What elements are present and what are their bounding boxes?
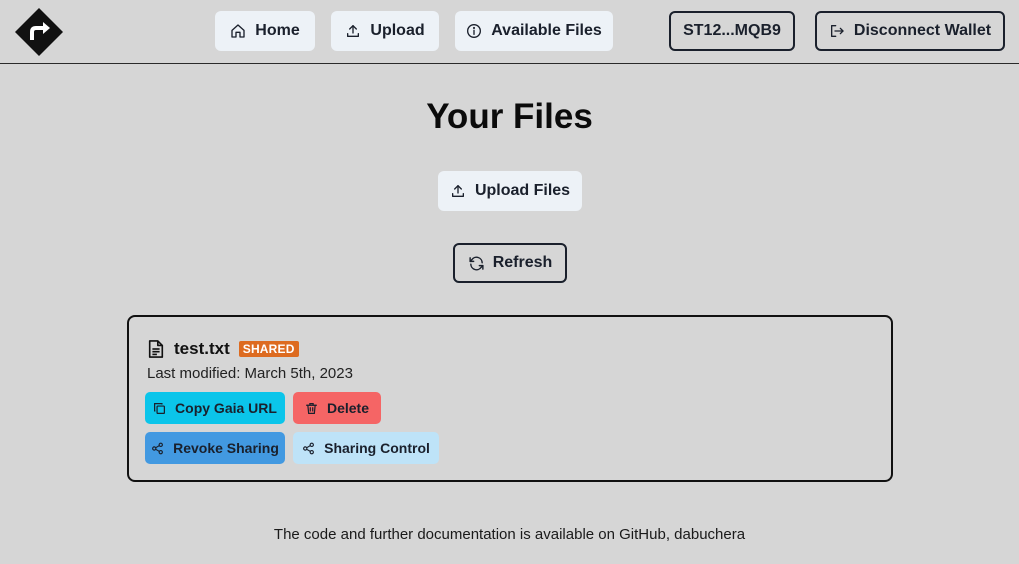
refresh-button[interactable]: Refresh xyxy=(453,243,567,283)
nav-available-files-button[interactable]: Available Files xyxy=(455,11,613,51)
upload-icon xyxy=(451,185,464,197)
nav-home-button[interactable]: Home xyxy=(215,11,315,51)
delete-button[interactable]: Delete xyxy=(293,392,381,424)
refresh-label: Refresh xyxy=(492,254,553,271)
revoke-sharing-label: Revoke Sharing xyxy=(173,440,279,456)
info-icon xyxy=(467,24,482,38)
nav-home-label: Home xyxy=(255,22,300,39)
sharing-control-label: Sharing Control xyxy=(324,440,430,456)
copy-gaia-url-label: Copy Gaia URL xyxy=(175,400,277,416)
copy-gaia-url-button[interactable]: Copy Gaia URL xyxy=(145,392,285,424)
last-modified-text: Last modified: March 5th, 2023 xyxy=(147,365,353,382)
document-icon xyxy=(148,340,164,358)
upload-files-label: Upload Files xyxy=(474,182,571,199)
share-icon xyxy=(152,442,164,454)
page-title: Your Files xyxy=(426,97,593,136)
navbar: Home Upload Available Files ST12...MQB9 … xyxy=(0,0,1019,64)
upload-icon xyxy=(347,25,360,37)
refresh-icon xyxy=(469,256,484,270)
footer-text: The code and further documentation is av… xyxy=(273,526,746,543)
revoke-sharing-button[interactable]: Revoke Sharing xyxy=(145,432,285,464)
disconnect-wallet-label: Disconnect Wallet xyxy=(853,22,992,39)
disconnect-wallet-button[interactable]: Disconnect Wallet xyxy=(815,11,1005,51)
logo-icon[interactable] xyxy=(14,7,64,57)
nav-available-files-label: Available Files xyxy=(491,22,602,39)
nav-upload-label: Upload xyxy=(370,22,425,39)
file-header: test.txt SHARED xyxy=(147,339,299,359)
file-name: test.txt xyxy=(174,339,230,358)
home-icon xyxy=(231,24,245,38)
wallet-address-label: ST12...MQB9 xyxy=(683,22,781,39)
nav-upload-button[interactable]: Upload xyxy=(331,11,439,51)
share-icon xyxy=(303,442,315,454)
copy-icon xyxy=(154,402,166,414)
shared-badge: SHARED xyxy=(238,341,299,357)
sharing-control-button[interactable]: Sharing Control xyxy=(293,432,439,464)
trash-icon xyxy=(306,402,317,414)
upload-files-button[interactable]: Upload Files xyxy=(438,171,582,211)
logout-icon xyxy=(830,25,844,37)
file-card: test.txt SHARED Last modified: March 5th… xyxy=(127,315,893,482)
wallet-address-button[interactable]: ST12...MQB9 xyxy=(669,11,795,51)
delete-label: Delete xyxy=(326,400,370,416)
